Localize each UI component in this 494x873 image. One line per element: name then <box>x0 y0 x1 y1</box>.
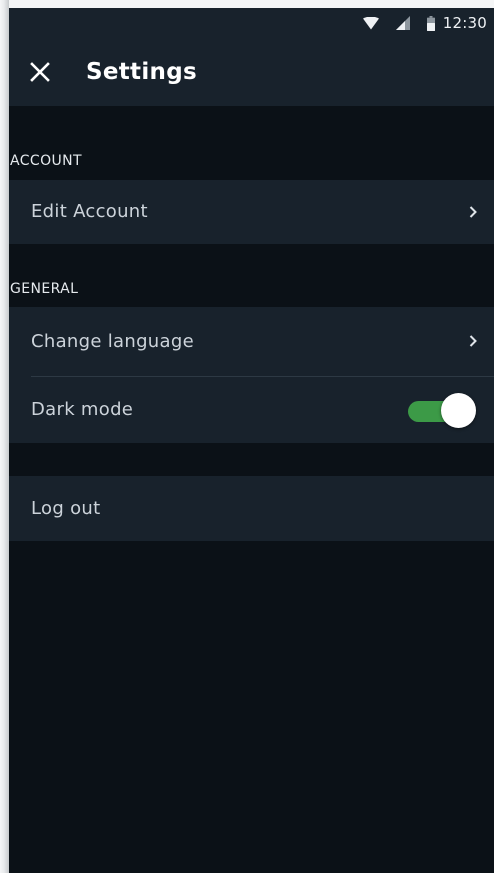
app-bar: Settings <box>9 38 494 106</box>
edit-account-label: Edit Account <box>31 201 148 222</box>
wifi-icon <box>362 16 379 29</box>
page-title: Settings <box>86 59 197 85</box>
section-header-general: GENERAL <box>10 281 79 297</box>
chevron-right-icon <box>469 335 477 347</box>
status-time: 12:30 <box>442 14 487 32</box>
status-icons: 12:30 <box>362 8 487 38</box>
section-header-account: ACCOUNT <box>10 153 82 169</box>
settings-screen: 12:30 Settings ACCOUNT Edit Account GENE… <box>9 8 494 873</box>
log-out-row[interactable]: Log out <box>9 476 494 541</box>
close-icon <box>30 62 50 82</box>
dark-mode-row: Dark mode <box>9 377 494 443</box>
signal-icon <box>395 16 410 30</box>
edit-account-row[interactable]: Edit Account <box>9 180 494 244</box>
battery-icon <box>426 15 435 31</box>
log-out-label: Log out <box>31 498 101 519</box>
status-bar: 12:30 <box>9 8 494 38</box>
general-group: Change language Dark mode <box>9 307 494 443</box>
chevron-right-icon <box>469 206 477 218</box>
change-language-label: Change language <box>31 331 194 352</box>
window-frame-left <box>0 0 9 873</box>
dark-mode-label: Dark mode <box>31 399 134 420</box>
window-frame-top <box>0 0 494 8</box>
close-button[interactable] <box>23 55 57 89</box>
change-language-row[interactable]: Change language <box>9 307 494 376</box>
toggle-knob <box>441 393 476 428</box>
dark-mode-toggle[interactable] <box>408 392 478 428</box>
